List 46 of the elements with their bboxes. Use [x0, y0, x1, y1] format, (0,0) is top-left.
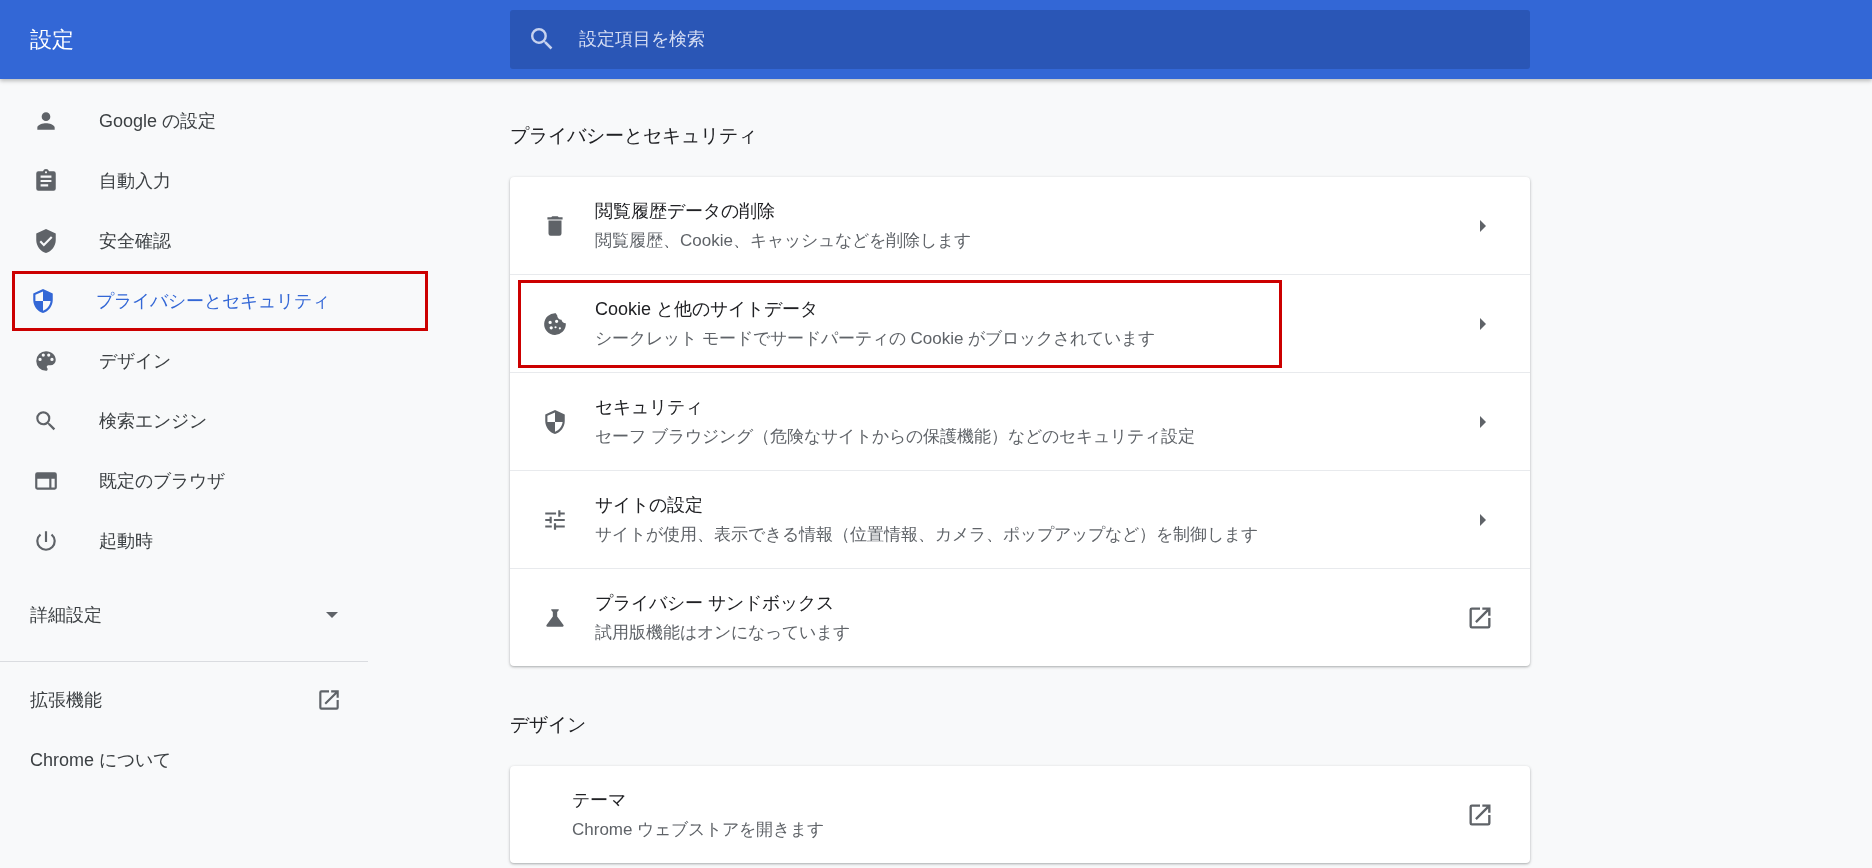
open-external-icon [316, 687, 342, 713]
row-subtitle: 試用版機能はオンになっています [595, 622, 850, 644]
row-title: セキュリティ [595, 396, 704, 419]
shield-icon [542, 408, 568, 435]
sidebar-link[interactable]: 拡張機能 [0, 670, 368, 730]
row-subtitle: シークレット モードでサードパーティの Cookie がブロックされています [595, 328, 1156, 350]
caret-right-icon [1480, 219, 1486, 232]
settings-row[interactable]: セキュリティ セーフ ブラウジング（危険なサイトからの保護機能）などのセキュリティ設定 [510, 372, 1530, 470]
search-field[interactable]: 設定項目を検索 [510, 10, 1530, 69]
settings-row[interactable]: 閲覧履歴データの削除 閲覧履歴、Cookie、キャッシュなどを削除します [510, 177, 1530, 274]
caret-right-icon [1480, 317, 1486, 330]
settings-row[interactable]: Cookie と他のサイトデータ シークレット モードでサードパーティの Cookie がブロックされています [510, 274, 1530, 372]
row-title: Cookie と他のサイトデータ [595, 298, 820, 321]
search-icon [531, 28, 553, 50]
sidebar-item[interactable]: 既定のブラウザ [3, 454, 426, 508]
cookie-icon [542, 310, 568, 337]
shield-check-icon [33, 228, 59, 254]
advanced-settings-toggle[interactable]: 詳細設定 [0, 575, 368, 645]
caret-right-icon [1480, 513, 1486, 526]
section-title: デザイン [510, 713, 587, 737]
sidebar-item[interactable]: Google の設定 [3, 94, 426, 148]
settings-row[interactable]: テーマ Chrome ウェブストアを開きます [510, 766, 1530, 863]
row-title: サイトの設定 [595, 494, 704, 517]
page-title: 設定 [30, 26, 74, 52]
clipboard-icon [33, 168, 59, 194]
sidebar-item[interactable]: 起動時 [3, 514, 426, 568]
row-title: テーマ [572, 789, 627, 812]
section-title: プライバシーとセキュリティ [510, 124, 758, 148]
sidebar-item[interactable]: 自動入力 [3, 154, 426, 208]
sidebar-link[interactable]: Chrome について [0, 730, 368, 790]
row-title: 閲覧履歴データの削除 [595, 200, 776, 223]
sidebar-item[interactable]: 安全確認 [3, 214, 426, 268]
row-title: プライバシー サンドボックス [595, 592, 835, 615]
settings-row[interactable]: サイトの設定 サイトが使用、表示できる情報（位置情報、カメラ、ポップアップなど）を制御します [510, 470, 1530, 568]
settings-row[interactable]: プライバシー サンドボックス 試用版機能はオンになっています [510, 568, 1530, 666]
sidebar-item[interactable]: デザイン [3, 334, 426, 388]
caret-right-icon [1480, 415, 1486, 428]
row-subtitle: セーフ ブラウジング（危険なサイトからの保護機能）などのセキュリティ設定 [595, 426, 1195, 448]
power-icon [33, 528, 59, 554]
row-subtitle: サイトが使用、表示できる情報（位置情報、カメラ、ポップアップなど）を制御します [595, 524, 1258, 546]
sidebar-item[interactable]: プライバシーとセキュリティ [15, 274, 425, 328]
row-subtitle: 閲覧履歴、Cookie、キャッシュなどを削除します [595, 230, 971, 252]
sidebar-item[interactable]: 検索エンジン [3, 394, 426, 448]
palette-icon [33, 348, 59, 374]
row-subtitle: Chrome ウェブストアを開きます [572, 819, 825, 841]
shield-icon [30, 288, 56, 314]
